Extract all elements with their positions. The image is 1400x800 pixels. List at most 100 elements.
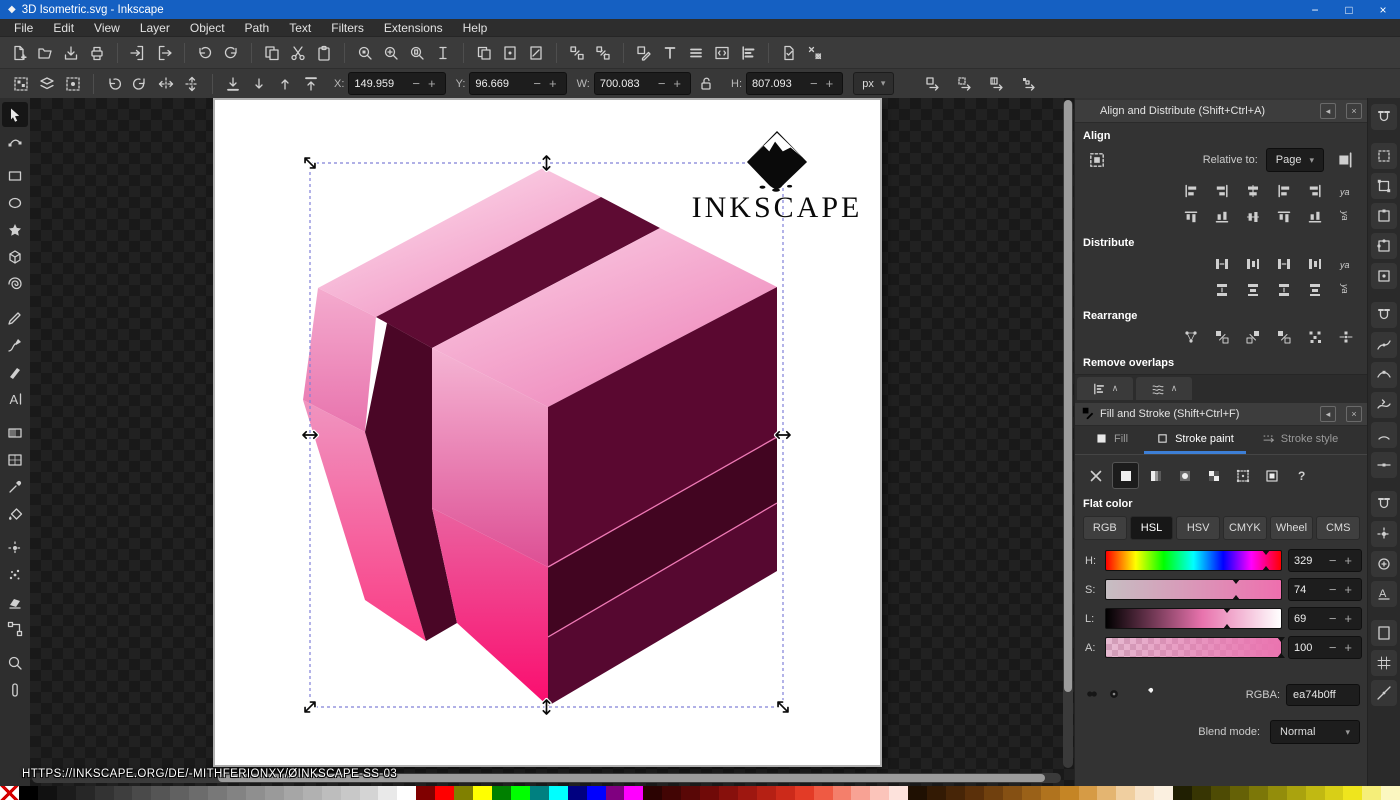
h-field[interactable]: 807.093−+	[746, 72, 843, 95]
distribute-text-horizontal-button[interactable]: ya	[1334, 252, 1358, 276]
palette-swatch[interactable]	[1306, 786, 1325, 800]
selection-scale-handle[interactable]	[776, 432, 790, 438]
tab-stroke-paint[interactable]: Stroke paint	[1144, 432, 1246, 454]
move-as-group-button[interactable]	[1332, 146, 1358, 174]
snap-bbox-centers-button[interactable]	[1371, 263, 1397, 289]
snap-bbox-corners-button[interactable]	[1371, 173, 1397, 199]
selection-scale-handle[interactable]	[776, 700, 790, 714]
menu-filters[interactable]: Filters	[321, 21, 374, 35]
rearrange-graph-button[interactable]	[1179, 325, 1203, 349]
ellipse-tool-button[interactable]	[2, 190, 28, 215]
select-all-layers-button[interactable]	[34, 71, 60, 97]
fill-stroke-undock-button[interactable]: ◂	[1320, 406, 1336, 422]
palette-swatch[interactable]	[284, 786, 303, 800]
ungroup-objects-button[interactable]	[590, 40, 616, 66]
colormode-hsl[interactable]: HSL	[1130, 516, 1174, 540]
minus-button[interactable]: −	[806, 77, 822, 90]
open-document-button[interactable]	[32, 40, 58, 66]
palette-swatch[interactable]	[341, 786, 360, 800]
bezier-pen-tool-button[interactable]	[2, 332, 28, 357]
saturation-slider[interactable]	[1105, 579, 1282, 600]
palette-swatch[interactable]	[511, 786, 530, 800]
plus-button[interactable]: +	[424, 77, 440, 90]
unknown-paint-button[interactable]: ?	[1288, 463, 1313, 488]
palette-swatch[interactable]	[473, 786, 492, 800]
flat-color-button[interactable]	[1112, 462, 1139, 489]
transform-stroke-button[interactable]	[920, 71, 946, 97]
palette-swatch[interactable]	[568, 786, 587, 800]
snap-master-button[interactable]	[1371, 104, 1397, 130]
zoom-drawing-button[interactable]	[378, 40, 404, 66]
save-document-button[interactable]	[58, 40, 84, 66]
palette-swatch[interactable]	[397, 786, 416, 800]
palette-swatch[interactable]	[757, 786, 776, 800]
palette-swatch[interactable]	[360, 786, 379, 800]
unit-dropdown[interactable]: px▾	[853, 72, 894, 95]
measure-tool-button[interactable]	[2, 677, 28, 702]
palette-swatch[interactable]	[984, 786, 1003, 800]
align-right-edge-to-left-anchor-button[interactable]	[1179, 179, 1203, 203]
exchange-in-selection-order-button[interactable]	[1210, 325, 1234, 349]
paint-bucket-tool-button[interactable]	[2, 501, 28, 526]
palette-swatch[interactable]	[606, 786, 625, 800]
node-editor-tool-button[interactable]	[2, 129, 28, 154]
new-document-button[interactable]	[6, 40, 32, 66]
radial-gradient-paint-button[interactable]	[1172, 463, 1197, 488]
transform-gradient-button[interactable]	[984, 71, 1010, 97]
snap-bbox-edges-button[interactable]	[1371, 203, 1397, 229]
minus-button[interactable]: −	[529, 77, 545, 90]
minus-button[interactable]: −	[1325, 641, 1341, 654]
treat-as-group-button[interactable]	[1083, 146, 1111, 174]
undo-button[interactable]	[192, 40, 218, 66]
align-bottom-edge-to-top-anchor-button[interactable]	[1179, 205, 1203, 229]
palette-swatch[interactable]	[151, 786, 170, 800]
palette-swatch[interactable]	[57, 786, 76, 800]
linear-gradient-paint-button[interactable]	[1143, 463, 1168, 488]
randomize-centers-button[interactable]	[1303, 325, 1327, 349]
palette-swatch[interactable]	[454, 786, 473, 800]
palette-swatch[interactable]	[1343, 786, 1362, 800]
palette-swatch[interactable]	[1041, 786, 1060, 800]
palette-swatch-none[interactable]	[0, 786, 19, 800]
lower-one-button[interactable]	[246, 71, 272, 97]
vertical-scrollbar-thumb[interactable]	[1064, 100, 1072, 692]
fill-stroke-close-button[interactable]: ×	[1346, 406, 1362, 422]
menu-edit[interactable]: Edit	[43, 21, 84, 35]
plus-button[interactable]: +	[822, 77, 838, 90]
palette-swatch[interactable]	[946, 786, 965, 800]
tab-stroke-style[interactable]: Stroke style	[1250, 432, 1350, 454]
menu-layer[interactable]: Layer	[130, 21, 180, 35]
palette-swatch[interactable]	[19, 786, 38, 800]
palette-swatch[interactable]	[1173, 786, 1192, 800]
align-text-vertical-button[interactable]: ya	[1334, 205, 1358, 229]
colormode-cms[interactable]: CMS	[1316, 516, 1360, 540]
menu-extensions[interactable]: Extensions	[374, 21, 453, 35]
no-paint-button[interactable]	[1083, 463, 1108, 488]
snap-path-button[interactable]	[1371, 392, 1397, 418]
redo-button[interactable]	[218, 40, 244, 66]
palette-swatch[interactable]	[1287, 786, 1306, 800]
text-dialog-button[interactable]	[657, 40, 683, 66]
maximize-button[interactable]: □	[1332, 0, 1366, 19]
rotate-cw-button[interactable]	[127, 71, 153, 97]
palette-swatch[interactable]	[1116, 786, 1135, 800]
menu-file[interactable]: File	[4, 21, 43, 35]
palette-swatch[interactable]	[1154, 786, 1173, 800]
palette-swatch[interactable]	[1249, 786, 1268, 800]
unlink-clone-button[interactable]	[523, 40, 549, 66]
snap-grid-button[interactable]	[1371, 650, 1397, 676]
mesh-gradient-tool-button[interactable]	[2, 447, 28, 472]
close-button[interactable]: ×	[1366, 0, 1400, 19]
snap-bbox-button[interactable]	[1371, 143, 1397, 169]
selection-scale-handle[interactable]	[303, 700, 317, 714]
minimize-button[interactable]: −	[1298, 0, 1332, 19]
align-center-vertical-button[interactable]	[1241, 205, 1265, 229]
colormode-cmyk[interactable]: CMYK	[1223, 516, 1267, 540]
align-dialog-button[interactable]	[735, 40, 761, 66]
selection-geometry-button[interactable]	[430, 40, 456, 66]
transform-corners-button[interactable]	[952, 71, 978, 97]
align-distribute-collapsed-tab[interactable]: ∧	[1077, 377, 1133, 400]
palette-swatch[interactable]	[322, 786, 341, 800]
lightness-value-field[interactable]: 69−+	[1288, 607, 1362, 630]
palette-swatch[interactable]	[587, 786, 606, 800]
